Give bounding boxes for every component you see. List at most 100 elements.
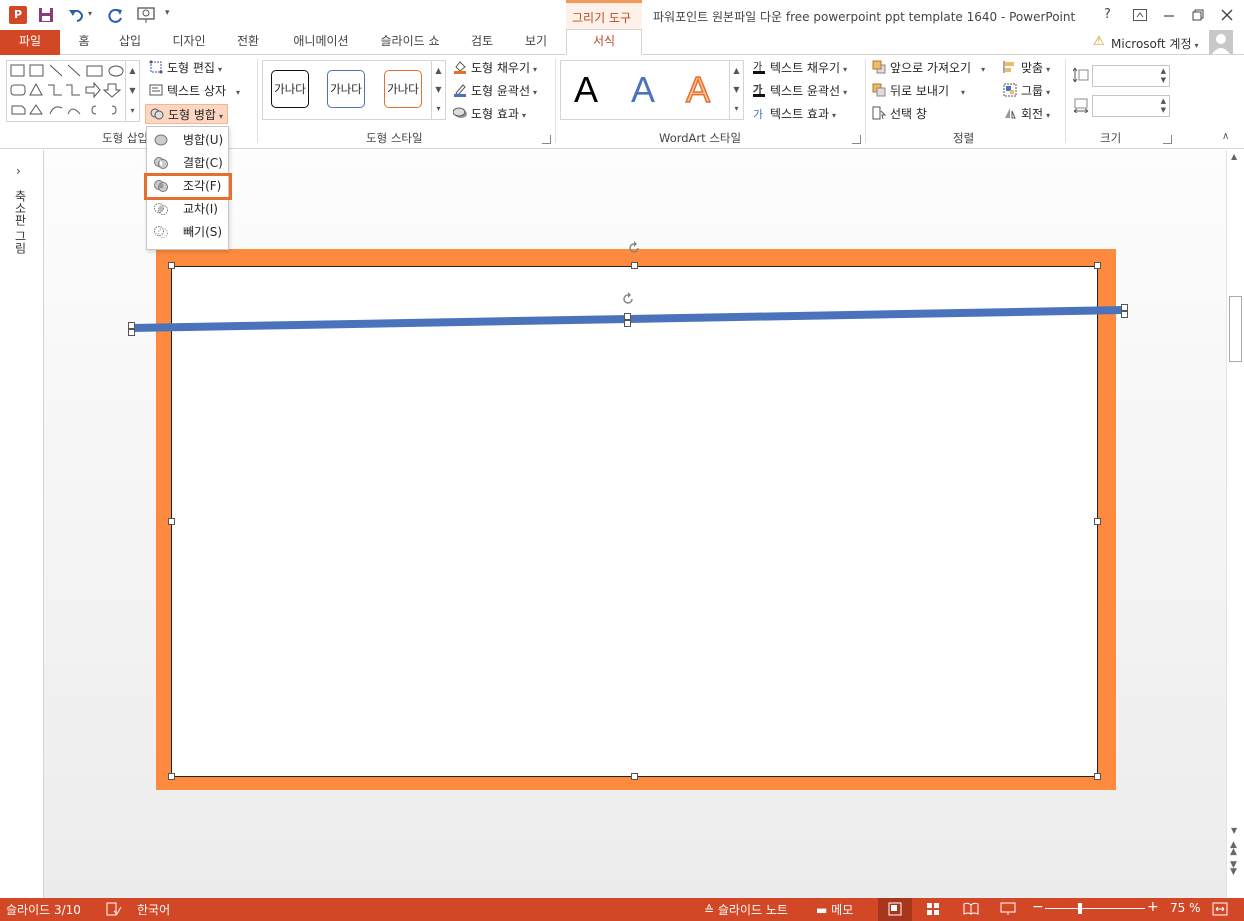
tab-view[interactable]: 보기 (516, 30, 556, 55)
slide-show-icon[interactable] (1000, 902, 1016, 916)
reading-view-icon[interactable] (963, 902, 979, 916)
tab-insert[interactable]: 삽입 (110, 30, 150, 55)
text-fill-button[interactable]: 가 텍스트 채우기 ▾ (752, 58, 847, 78)
restore-icon[interactable] (1191, 8, 1205, 22)
redo-icon[interactable] (108, 7, 124, 23)
selection-pane-button[interactable]: 선택 창 (872, 104, 927, 124)
collapse-ribbon-icon[interactable]: ∧ (1222, 131, 1229, 142)
text-effects-button[interactable]: 가 텍스트 효과 ▾ (752, 104, 836, 124)
merge-shapes-button[interactable]: 도형 병합 ▾ (145, 104, 228, 124)
minimize-icon[interactable] (1162, 8, 1176, 22)
undo-icon[interactable] (68, 7, 86, 23)
menu-item-union[interactable]: 병합(U) (149, 129, 227, 151)
tab-slide-show[interactable]: 슬라이드 쇼 (372, 30, 448, 55)
wordart-sample-orange[interactable]: A (685, 68, 711, 111)
size-launcher-icon[interactable] (1163, 135, 1172, 144)
line-handle[interactable] (624, 313, 631, 320)
line-handle[interactable] (624, 320, 631, 327)
menu-item-fragment[interactable]: 조각(F) (149, 175, 227, 197)
height-spinner-icon[interactable]: ▲ ▼ (1161, 67, 1166, 85)
line-handle[interactable] (128, 329, 135, 336)
powerpoint-logo-icon[interactable]: P (9, 6, 27, 24)
shape-fill-button[interactable]: 도형 채우기 ▾ (453, 58, 537, 78)
text-outline-button[interactable]: 가 텍스트 윤곽선 ▾ (752, 81, 847, 101)
tab-transitions[interactable]: 전환 (228, 30, 268, 55)
slide-white-rectangle[interactable] (171, 266, 1098, 777)
tab-animations[interactable]: 애니메이션 (282, 30, 360, 55)
menu-item-combine[interactable]: 결합(C) (149, 152, 227, 174)
text-box-button[interactable]: 텍스트 상자 ▾ (149, 81, 240, 101)
ribbon-display-options-icon[interactable] (1133, 9, 1147, 21)
customize-toolbar-icon[interactable]: ▾ (165, 8, 170, 18)
gallery-scroll[interactable]: ▲ ▼ ▾ (125, 61, 139, 121)
shape-styles-launcher-icon[interactable] (542, 135, 551, 144)
shape-style-sample[interactable]: 가나다 (271, 70, 309, 108)
line-handle[interactable] (1121, 304, 1128, 311)
bring-forward-button[interactable]: 앞으로 가져오기 ▾ (872, 58, 985, 78)
rotate-button[interactable]: 회전 ▾ (1003, 104, 1050, 124)
tab-format[interactable]: 서식 (566, 29, 642, 55)
resize-handle[interactable] (1094, 262, 1101, 269)
wordart-sample-blue[interactable]: A (631, 69, 655, 111)
scroll-thumb[interactable] (1229, 296, 1242, 362)
zoom-in-button[interactable]: + (1147, 899, 1159, 915)
shape-style-sample[interactable]: 가나다 (384, 70, 422, 108)
resize-handle[interactable] (631, 262, 638, 269)
comments-button[interactable]: ▬ 메모 (816, 901, 853, 918)
wordart-gallery[interactable]: A A A ▲ ▼ ▾ (560, 60, 744, 120)
group-button[interactable]: 그룹 ▾ (1003, 81, 1050, 101)
line-handle[interactable] (128, 322, 135, 329)
send-backward-button[interactable]: 뒤로 보내기 ▾ (872, 81, 965, 101)
shapes-gallery[interactable]: ▲ ▼ ▾ (6, 60, 140, 122)
tab-review[interactable]: 검토 (462, 30, 502, 55)
tab-design[interactable]: 디자인 (164, 30, 214, 55)
normal-view-button[interactable] (878, 898, 912, 921)
shape-width-input[interactable]: ▲ ▼ (1092, 95, 1170, 117)
menu-item-subtract[interactable]: 빼기(S) (149, 221, 227, 243)
zoom-level[interactable]: 75 % (1170, 901, 1201, 915)
tab-home[interactable]: 홈 (66, 30, 102, 55)
resize-handle[interactable] (1094, 773, 1101, 780)
close-icon[interactable] (1220, 8, 1234, 22)
shape-outline-button[interactable]: 도형 윤곽선 ▾ (453, 81, 537, 101)
shape-style-sample[interactable]: 가나다 (327, 70, 365, 108)
spell-check-icon[interactable] (106, 902, 122, 916)
fit-to-window-icon[interactable] (1212, 902, 1228, 916)
resize-handle[interactable] (631, 773, 638, 780)
save-icon[interactable] (38, 7, 54, 23)
avatar[interactable] (1209, 30, 1233, 54)
resize-handle[interactable] (1094, 518, 1101, 525)
zoom-out-button[interactable]: − (1032, 899, 1044, 915)
scroll-up-icon[interactable]: ▲ (1231, 152, 1237, 161)
wordart-launcher-icon[interactable] (852, 135, 861, 144)
account-menu[interactable]: Microsoft 계정 ▾ (1111, 35, 1199, 52)
undo-dropdown-icon[interactable]: ▾ (88, 9, 92, 18)
menu-item-intersect[interactable]: 교차(I) (149, 198, 227, 220)
shape-styles-gallery[interactable]: 가나다 가나다 가나다 ▲ ▼ ▾ (262, 60, 446, 120)
resize-handle[interactable] (168, 262, 175, 269)
help-button[interactable]: ? (1104, 7, 1111, 22)
expand-thumbnails-icon[interactable]: › (16, 164, 21, 178)
scroll-down-icon[interactable]: ▼ (1231, 826, 1237, 835)
next-slide-icon[interactable]: ▼ ▼ (1230, 861, 1237, 877)
thumbnails-label[interactable]: 축소판 그림 (12, 190, 29, 254)
gallery-scroll[interactable]: ▲ ▼ ▾ (729, 61, 743, 119)
previous-slide-icon[interactable]: ▲ ▲ (1230, 841, 1237, 857)
line-rotation-handle-icon[interactable] (621, 292, 635, 306)
align-button[interactable]: 맞춤 ▾ (1003, 58, 1050, 78)
rotation-handle-icon[interactable] (627, 241, 641, 255)
slide-sorter-icon[interactable] (926, 902, 940, 916)
shape-effects-button[interactable]: 도형 효과 ▾ (453, 104, 526, 124)
zoom-slider[interactable] (1045, 903, 1145, 914)
language-indicator[interactable]: 한국어 (137, 901, 170, 918)
resize-handle[interactable] (168, 518, 175, 525)
line-handle[interactable] (1121, 311, 1128, 318)
shape-height-input[interactable]: ▲ ▼ (1092, 65, 1170, 87)
vertical-scrollbar[interactable]: ▲ ▼ ▲ ▲ ▼ ▼ (1226, 150, 1244, 898)
presentation-start-icon[interactable] (136, 6, 156, 24)
gallery-scroll[interactable]: ▲ ▼ ▾ (431, 61, 445, 119)
width-spinner-icon[interactable]: ▲ ▼ (1161, 97, 1166, 115)
zoom-slider-thumb[interactable] (1078, 903, 1082, 914)
notes-button[interactable]: ≙ 슬라이드 노트 (704, 901, 788, 918)
wordart-sample-black[interactable]: A (574, 69, 598, 111)
